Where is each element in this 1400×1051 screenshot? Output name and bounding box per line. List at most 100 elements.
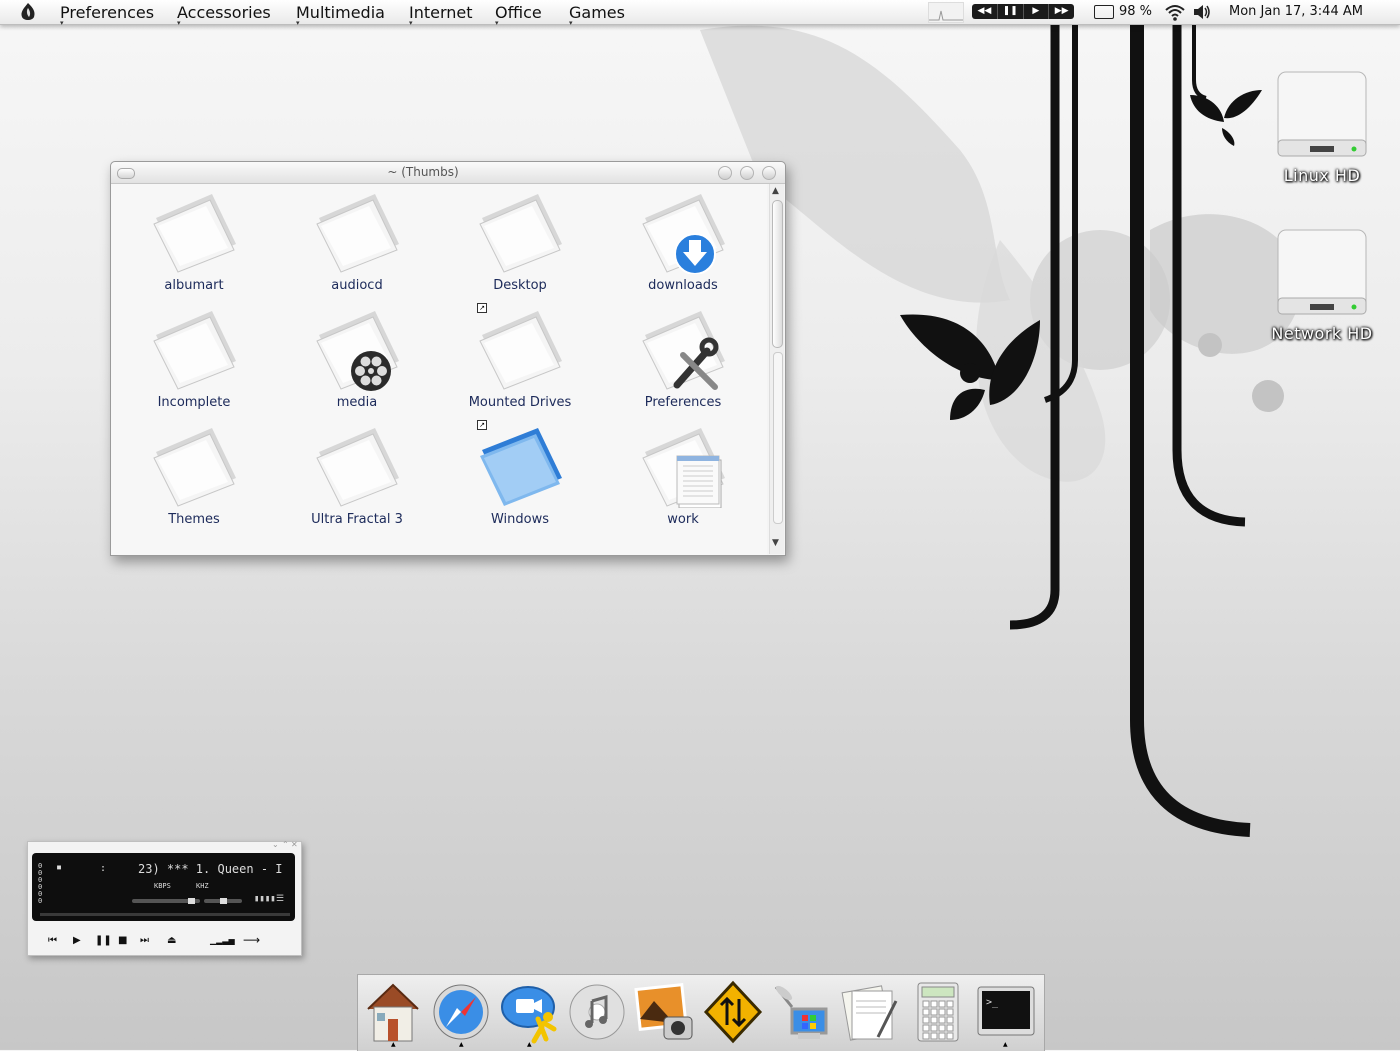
minimize-icon[interactable]: ⌃	[282, 840, 289, 849]
drive-linux-hd[interactable]: Linux HD	[1252, 70, 1392, 185]
menu-label: Preferences	[60, 3, 155, 22]
file-label: Themes	[168, 512, 220, 527]
clock[interactable]: Mon Jan 17, 3:44 AM	[1229, 4, 1363, 19]
menu-preferences[interactable]: Preferences ▾	[60, 3, 155, 27]
pause-button[interactable]: ❚❚	[95, 935, 112, 946]
graph-line-icon	[929, 10, 963, 21]
file-item[interactable]: Mounted Drives	[445, 305, 595, 410]
file-label: Windows	[490, 512, 550, 527]
file-item[interactable]: Preferences	[608, 305, 758, 410]
scrollbar-track[interactable]	[773, 352, 783, 524]
symlink-badge-icon: ↗	[477, 420, 487, 430]
khz-label: KHZ	[196, 882, 209, 890]
safari-icon[interactable]: ▲	[430, 979, 492, 1048]
equalizer-toggle-icon[interactable]: ▮▮▮▮	[254, 894, 276, 904]
home-icon[interactable]: ▲	[362, 979, 424, 1048]
player-display: 000000 ▪ : 23) *** 1. Queen - I KBPS KHZ…	[32, 853, 295, 921]
wifi-icon[interactable]	[1164, 2, 1186, 22]
battery-icon[interactable]	[1094, 5, 1114, 19]
calculator-icon[interactable]	[906, 979, 968, 1045]
file-label: media	[336, 395, 378, 410]
file-item[interactable]: Incomplete	[119, 305, 269, 410]
windows-folder-icon	[470, 422, 570, 508]
next-track-button[interactable]: ▶▶	[1049, 4, 1074, 19]
transmit-icon[interactable]	[702, 979, 764, 1045]
stop-button[interactable]: ■	[118, 935, 127, 946]
close-button[interactable]	[762, 166, 776, 180]
file-item[interactable]: audiocd	[282, 188, 432, 293]
previous-button[interactable]: ⏮	[48, 935, 57, 946]
play-button[interactable]: ▶	[1024, 4, 1050, 19]
file-item[interactable]: Windows	[445, 422, 595, 527]
volume-slider[interactable]	[132, 898, 200, 904]
iphoto-icon[interactable]	[634, 979, 696, 1045]
folder-icon	[144, 188, 244, 274]
player-titlebar[interactable]: ⌄ ⌃ ✕	[28, 840, 301, 852]
volume-icon[interactable]	[1192, 3, 1212, 21]
previous-track-button[interactable]: ◀◀	[972, 4, 998, 19]
file-item[interactable]: media	[282, 305, 432, 410]
textedit-icon[interactable]	[838, 979, 900, 1045]
menu-arrow-icon: ▾	[60, 19, 64, 27]
file-item[interactable]: albumart	[119, 188, 269, 293]
drive-label: Linux HD	[1283, 166, 1361, 185]
terminal-icon[interactable]: >_ ▲	[974, 979, 1036, 1048]
shuffle-icon[interactable]: ▁▂▃▅	[210, 936, 235, 945]
menu-arrow-icon: ▾	[569, 19, 573, 27]
folder-icon	[144, 305, 244, 391]
top-panel: Preferences ▾ Accessories ▾ Multimedia ▾ In…	[0, 0, 1400, 27]
work-folder-icon	[633, 422, 733, 509]
ichat-icon[interactable]: ▲	[498, 979, 560, 1048]
menu-accessories[interactable]: Accessories ▾	[177, 3, 271, 27]
file-item[interactable]: Ultra Fractal 3	[282, 422, 432, 527]
network-icon[interactable]	[770, 979, 832, 1045]
balance-slider[interactable]	[204, 898, 242, 904]
menu-games[interactable]: Games ▾	[569, 3, 625, 27]
file-manager-window: ~ (Thumbs) albumart audiocd Desktop downloa…	[110, 161, 786, 556]
distro-logo-icon[interactable]	[18, 2, 38, 22]
symlink-badge-icon: ↗	[477, 303, 487, 313]
drive-network-hd[interactable]: Network HD	[1252, 228, 1392, 343]
menu-multimedia[interactable]: Multimedia ▾	[296, 3, 385, 27]
itunes-icon[interactable]	[566, 979, 628, 1045]
menu-arrow-icon: ▾	[296, 19, 300, 27]
vertical-scrollbar[interactable]: ▲ ▼	[769, 184, 784, 554]
scrollbar-thumb[interactable]	[772, 200, 783, 348]
close-icon[interactable]: ✕	[291, 840, 298, 849]
maximize-button[interactable]	[740, 166, 754, 180]
pause-button[interactable]: ❚❚	[998, 4, 1024, 19]
menu-label: Accessories	[177, 3, 271, 22]
shade-icon[interactable]: ⌄	[272, 840, 279, 849]
menu-internet[interactable]: Internet ▾	[409, 3, 473, 27]
file-item[interactable]: work	[608, 422, 758, 527]
menu-office[interactable]: Office ▾	[495, 3, 542, 27]
kbps-label: KBPS	[154, 882, 171, 890]
battery-percentage: 98 %	[1119, 4, 1153, 19]
menu-label: Multimedia	[296, 3, 385, 22]
menu-label: Games	[569, 3, 625, 22]
window-titlebar[interactable]: ~ (Thumbs)	[111, 162, 785, 184]
scroll-down-arrow-icon[interactable]: ▼	[772, 538, 779, 548]
running-indicator-icon: ▲	[527, 1041, 532, 1048]
play-button[interactable]: ▶	[73, 935, 81, 946]
minimize-button[interactable]	[718, 166, 732, 180]
file-item[interactable]: downloads	[608, 188, 758, 293]
system-monitor-graph[interactable]	[928, 2, 964, 23]
folder-icon	[470, 305, 570, 391]
seek-bar[interactable]	[40, 913, 290, 916]
repeat-icon[interactable]: ⟶	[243, 933, 260, 947]
folder-icon	[307, 188, 407, 274]
playlist-toggle-icon[interactable]: ☰	[276, 894, 284, 904]
scroll-up-arrow-icon[interactable]: ▲	[772, 186, 779, 196]
file-icon-view: albumart audiocd Desktop downloads Incomplet…	[111, 184, 767, 555]
drive-label: Network HD	[1271, 324, 1373, 343]
status-indicator-icon: ▪	[56, 862, 63, 873]
file-label: Mounted Drives	[468, 395, 572, 410]
visualizer-icon: 000000	[38, 862, 43, 905]
preferences-folder-icon	[633, 305, 733, 391]
eject-button[interactable]: ⏏	[167, 935, 176, 946]
next-button[interactable]: ⏭	[140, 935, 149, 946]
file-item[interactable]: Themes	[119, 422, 269, 527]
file-item[interactable]: Desktop	[445, 188, 595, 293]
file-label: Desktop	[493, 278, 547, 293]
